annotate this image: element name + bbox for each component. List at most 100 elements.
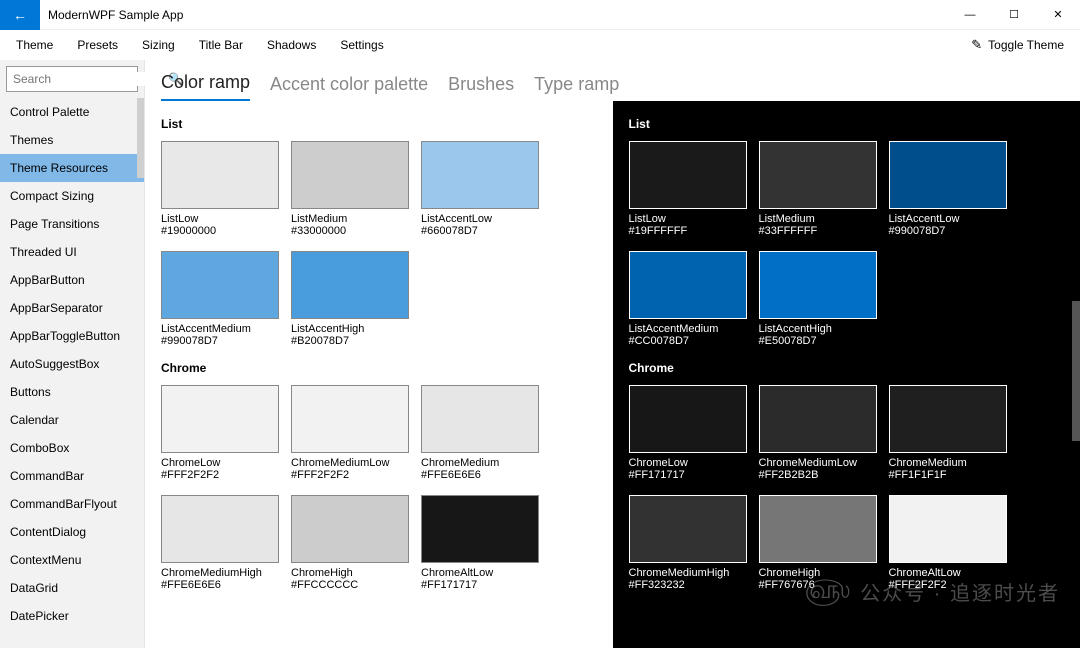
nav-item-themes[interactable]: Themes — [0, 126, 144, 154]
maximize-button[interactable]: ☐ — [992, 0, 1036, 30]
swatch-box — [161, 251, 279, 319]
content-area: Color ramp Accent color palette Brushes … — [145, 60, 1080, 648]
dark-panel: ௵ 公众号 · 追逐时光者 ListListLow#19FFFFFFListMe… — [613, 101, 1080, 648]
nav-item-autosuggestbox[interactable]: AutoSuggestBox — [0, 350, 144, 378]
swatch-name: ListAccentLow — [889, 213, 1007, 225]
swatch: ChromeMediumHigh#FFE6E6E6 — [161, 495, 279, 591]
back-button[interactable]: ← — [0, 0, 40, 30]
swatch: ChromeHigh#FFCCCCCC — [291, 495, 409, 591]
swatch-row: ListLow#19FFFFFFListMedium#33FFFFFFListA… — [629, 141, 1065, 237]
swatch-name: ListLow — [629, 213, 747, 225]
swatch-box — [421, 141, 539, 209]
app-title: ModernWPF Sample App — [40, 8, 183, 22]
swatch-box — [629, 495, 747, 563]
swatch-row: ChromeMediumHigh#FF323232ChromeHigh#FF76… — [629, 495, 1065, 591]
tab-brushes[interactable]: Brushes — [448, 74, 514, 101]
swatch-row: ChromeLow#FF171717ChromeMediumLow#FF2B2B… — [629, 385, 1065, 481]
swatch-box — [291, 385, 409, 453]
swatch: ListMedium#33000000 — [291, 141, 409, 237]
edit-icon: ✎ — [971, 37, 982, 53]
dark-panel-scrollbar[interactable] — [1072, 101, 1080, 648]
swatch: ListAccentMedium#CC0078D7 — [629, 251, 747, 347]
window-controls: — ☐ ✕ — [948, 0, 1080, 30]
nav-item-compact-sizing[interactable]: Compact Sizing — [0, 182, 144, 210]
nav-item-appbarbutton[interactable]: AppBarButton — [0, 266, 144, 294]
swatch-hex: #FF171717 — [421, 579, 539, 591]
swatch-hex: #990078D7 — [889, 225, 1007, 237]
nav-item-commandbar[interactable]: CommandBar — [0, 462, 144, 490]
swatch-hex: #FFF2F2F2 — [161, 469, 279, 481]
nav-item-commandbarflyout[interactable]: CommandBarFlyout — [0, 490, 144, 518]
swatch-box — [421, 495, 539, 563]
swatch-box — [629, 141, 747, 209]
search-box[interactable]: 🔍 — [6, 66, 138, 92]
swatch-hex: #FFF2F2F2 — [889, 579, 1007, 591]
swatch-hex: #19FFFFFF — [629, 225, 747, 237]
nav-item-contextmenu[interactable]: ContextMenu — [0, 546, 144, 574]
swatch-box — [629, 385, 747, 453]
swatch-hex: #E50078D7 — [759, 335, 877, 347]
menu-presets[interactable]: Presets — [69, 34, 126, 56]
nav-item-page-transitions[interactable]: Page Transitions — [0, 210, 144, 238]
dark-panel-scrollbar-thumb[interactable] — [1072, 301, 1080, 441]
nav-item-calendar[interactable]: Calendar — [0, 406, 144, 434]
nav-item-appbarseparator[interactable]: AppBarSeparator — [0, 294, 144, 322]
nav-item-contentdialog[interactable]: ContentDialog — [0, 518, 144, 546]
tab-accent-palette[interactable]: Accent color palette — [270, 74, 428, 101]
nav-item-theme-resources[interactable]: Theme Resources — [0, 154, 144, 182]
light-panel: ListListLow#19000000ListMedium#33000000L… — [145, 101, 613, 648]
sidebar-scrollbar[interactable] — [137, 98, 144, 648]
sidebar-scrollbar-thumb[interactable] — [137, 98, 144, 178]
minimize-button[interactable]: — — [948, 0, 992, 30]
swatch: ChromeMedium#FF1F1F1F — [889, 385, 1007, 481]
nav-item-control-palette[interactable]: Control Palette — [0, 98, 144, 126]
swatch-hex: #FFCCCCCC — [291, 579, 409, 591]
swatch-box — [759, 251, 877, 319]
swatch-row: ChromeLow#FFF2F2F2ChromeMediumLow#FFF2F2… — [161, 385, 597, 481]
swatch-box — [291, 251, 409, 319]
swatch-name: ChromeLow — [161, 457, 279, 469]
swatch: ChromeAltLow#FF171717 — [421, 495, 539, 591]
nav-item-datagrid[interactable]: DataGrid — [0, 574, 144, 602]
swatch: ListMedium#33FFFFFF — [759, 141, 877, 237]
nav-item-datepicker[interactable]: DatePicker — [0, 602, 144, 630]
menu-shadows[interactable]: Shadows — [259, 34, 324, 56]
swatch: ChromeMediumHigh#FF323232 — [629, 495, 747, 591]
tab-color-ramp[interactable]: Color ramp — [161, 72, 250, 101]
menu-theme[interactable]: Theme — [8, 34, 61, 56]
swatch-box — [291, 495, 409, 563]
menu-sizing[interactable]: Sizing — [134, 34, 183, 56]
tab-strip: Color ramp Accent color palette Brushes … — [145, 60, 1080, 101]
swatch-name: ChromeMedium — [421, 457, 539, 469]
swatch-hex: #19000000 — [161, 225, 279, 237]
nav-item-threaded-ui[interactable]: Threaded UI — [0, 238, 144, 266]
nav-item-combobox[interactable]: ComboBox — [0, 434, 144, 462]
swatch-hex: #FF1F1F1F — [889, 469, 1007, 481]
swatch-box — [161, 385, 279, 453]
menu-titlebar[interactable]: Title Bar — [191, 34, 251, 56]
close-button[interactable]: ✕ — [1036, 0, 1080, 30]
swatch-hex: #FF2B2B2B — [759, 469, 877, 481]
swatch-name: ListAccentHigh — [291, 323, 409, 335]
swatch: ChromeMediumLow#FFF2F2F2 — [291, 385, 409, 481]
section-title: List — [161, 117, 597, 131]
swatch-name: ChromeMediumHigh — [629, 567, 747, 579]
nav-item-appbartogglebutton[interactable]: AppBarToggleButton — [0, 322, 144, 350]
toggle-theme-button[interactable]: ✎ Toggle Theme — [963, 33, 1072, 57]
swatch-box — [889, 495, 1007, 563]
nav-item-buttons[interactable]: Buttons — [0, 378, 144, 406]
swatch-hex: #FFE6E6E6 — [421, 469, 539, 481]
swatch-row: ChromeMediumHigh#FFE6E6E6ChromeHigh#FFCC… — [161, 495, 597, 591]
swatch: ChromeLow#FFF2F2F2 — [161, 385, 279, 481]
swatch-hex: #CC0078D7 — [629, 335, 747, 347]
tab-type-ramp[interactable]: Type ramp — [534, 74, 619, 101]
swatch: ListLow#19FFFFFF — [629, 141, 747, 237]
swatch-box — [421, 385, 539, 453]
swatch-name: ListAccentMedium — [629, 323, 747, 335]
menu-bar: Theme Presets Sizing Title Bar Shadows S… — [0, 30, 1080, 60]
menu-settings[interactable]: Settings — [332, 34, 391, 56]
swatch-row: ListAccentMedium#990078D7ListAccentHigh#… — [161, 251, 597, 347]
swatch-name: ChromeAltLow — [421, 567, 539, 579]
swatch-name: ListAccentHigh — [759, 323, 877, 335]
swatch-hex: #B20078D7 — [291, 335, 409, 347]
